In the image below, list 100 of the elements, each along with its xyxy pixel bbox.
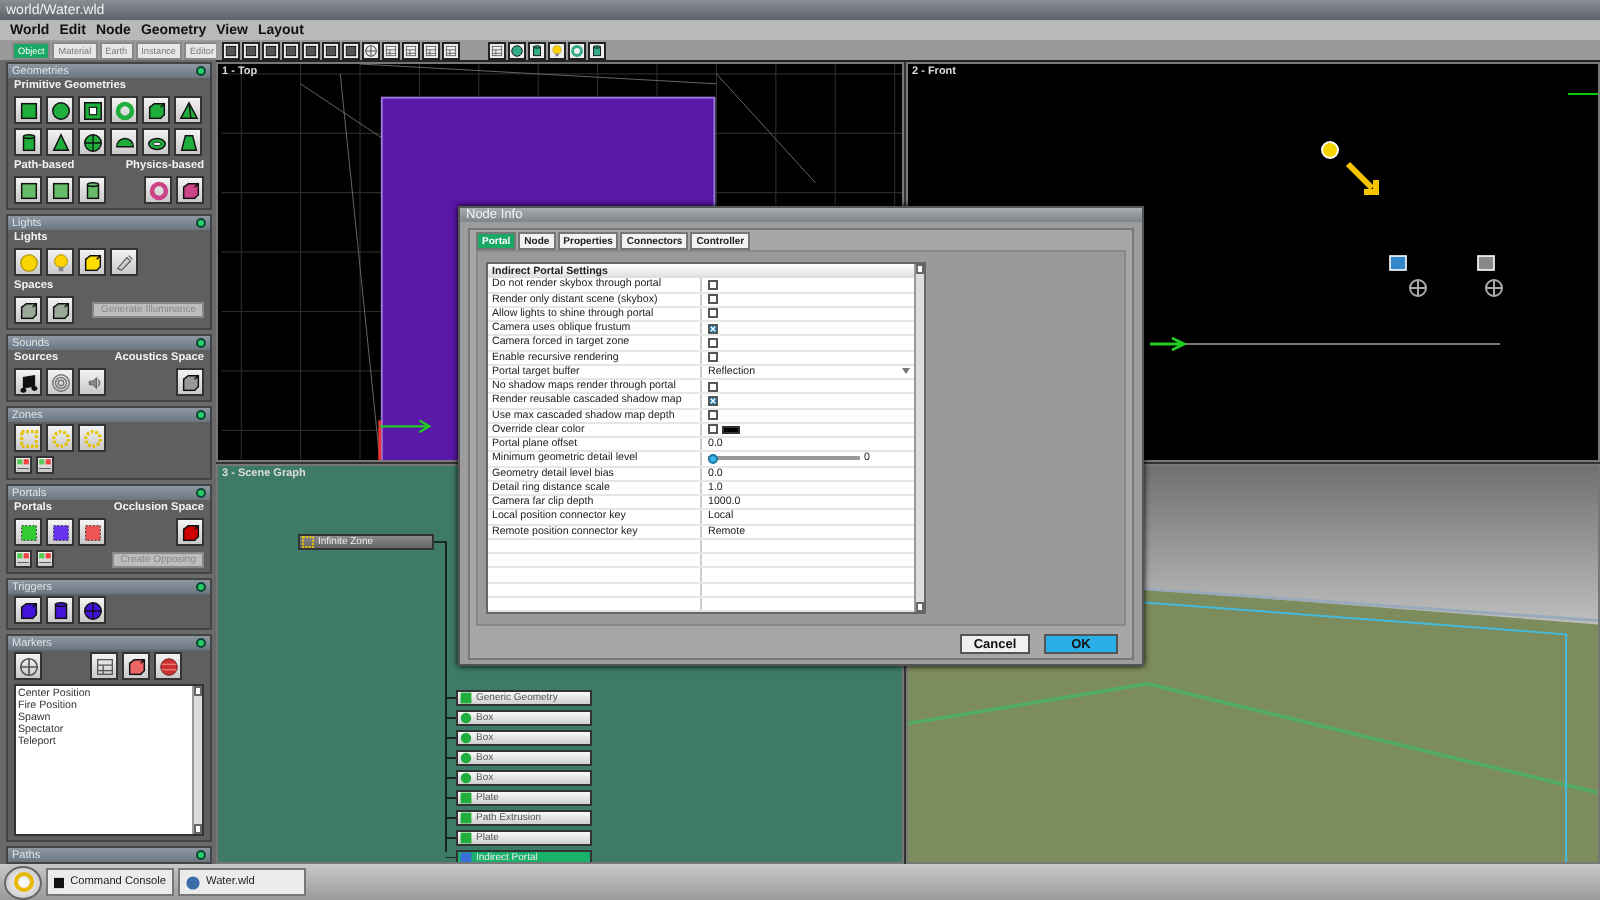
- collapse-icon[interactable]: [196, 218, 206, 228]
- tool-button[interactable]: [78, 518, 106, 546]
- tool-button[interactable]: [14, 652, 42, 680]
- tool-button[interactable]: [176, 368, 204, 396]
- tool-button[interactable]: [110, 248, 138, 276]
- tool-button[interactable]: [78, 128, 106, 156]
- circle-icon: [49, 99, 71, 121]
- cylinder-icon: [81, 179, 103, 201]
- cube-icon: [145, 99, 167, 121]
- toolbar-button[interactable]: [488, 41, 506, 59]
- tool-button[interactable]: [46, 518, 74, 546]
- tool-button[interactable]: [46, 368, 74, 396]
- tool-button[interactable]: [90, 652, 118, 680]
- collapse-icon[interactable]: [196, 410, 206, 420]
- tool-button[interactable]: [14, 128, 42, 156]
- checkbox[interactable]: [708, 352, 718, 363]
- toolbar-button[interactable]: [402, 41, 420, 59]
- tool-button[interactable]: [14, 518, 42, 546]
- tool-button[interactable]: [14, 596, 42, 624]
- tool-button[interactable]: [142, 96, 170, 124]
- tool-button[interactable]: [110, 96, 138, 124]
- tool-button[interactable]: [14, 248, 42, 276]
- direction-arrow-icon: [1344, 160, 1380, 196]
- tool-button[interactable]: [142, 128, 170, 156]
- zone-icon: [302, 536, 314, 548]
- crosshair-icon: [364, 39, 378, 61]
- checkbox[interactable]: [708, 395, 718, 406]
- toolbar-button[interactable]: [422, 41, 440, 59]
- tool-button[interactable]: [46, 176, 74, 204]
- tool-button[interactable]: [14, 96, 42, 124]
- tool-button[interactable]: [174, 96, 202, 124]
- dots-icon: [81, 521, 103, 543]
- collapse-icon[interactable]: [196, 850, 206, 860]
- tool-button[interactable]: [46, 596, 74, 624]
- toolbar-button[interactable]: [568, 41, 586, 59]
- cone-icon: [49, 131, 71, 153]
- tool-button[interactable]: [14, 296, 42, 324]
- note-icon: [17, 371, 39, 393]
- frustum-icon: [177, 131, 199, 153]
- tool-button[interactable]: [176, 176, 204, 204]
- collapse-icon[interactable]: [196, 582, 206, 592]
- tool-button[interactable]: [14, 424, 42, 452]
- cylinder-icon: [49, 599, 71, 621]
- tool-button[interactable]: [110, 128, 138, 156]
- tool-button[interactable]: [154, 652, 182, 680]
- toolbar-button[interactable]: [588, 41, 606, 59]
- square-icon: [460, 792, 472, 804]
- checkbox[interactable]: [708, 308, 718, 319]
- tool-button[interactable]: [14, 176, 42, 204]
- checkbox[interactable]: [708, 424, 718, 435]
- tool-button[interactable]: [78, 596, 106, 624]
- tool-button[interactable]: [46, 424, 74, 452]
- toolbar-button[interactable]: [528, 41, 546, 59]
- tool-button[interactable]: [46, 96, 74, 124]
- tool-button[interactable]: [78, 96, 106, 124]
- tool-button[interactable]: [78, 248, 106, 276]
- checkbox[interactable]: [708, 337, 718, 348]
- square-icon: [460, 812, 472, 824]
- color-swatch[interactable]: [722, 425, 740, 434]
- tool-button[interactable]: [46, 128, 74, 156]
- tool-button[interactable]: [14, 368, 42, 396]
- dots-icon: [17, 521, 39, 543]
- collapse-icon[interactable]: [196, 66, 206, 76]
- collapse-icon[interactable]: [196, 638, 206, 648]
- tool-button[interactable]: [46, 296, 74, 324]
- toolbar-button[interactable]: [548, 41, 566, 59]
- globe-icon: [81, 131, 103, 153]
- checkbox[interactable]: [708, 279, 718, 290]
- checkbox[interactable]: [708, 294, 718, 305]
- square-icon: [17, 99, 39, 121]
- toolbar-button[interactable]: [382, 41, 400, 59]
- cube-icon: [49, 299, 71, 321]
- tool-button[interactable]: [122, 652, 150, 680]
- tool-button[interactable]: [78, 368, 106, 396]
- cube-icon: [17, 599, 39, 621]
- dots-icon: [49, 521, 71, 543]
- caret-icon: [902, 368, 910, 375]
- checkbox[interactable]: [708, 410, 718, 421]
- bulb-icon: [550, 39, 564, 61]
- toolbar-button[interactable]: [508, 41, 526, 59]
- checkbox[interactable]: [708, 323, 718, 334]
- slider[interactable]: [708, 456, 860, 461]
- checkbox[interactable]: [708, 381, 718, 392]
- slider-thumb[interactable]: [708, 453, 718, 464]
- square-icon: [17, 179, 39, 201]
- start-button[interactable]: [4, 865, 42, 899]
- tool-button[interactable]: [176, 518, 204, 546]
- tool-button[interactable]: [46, 248, 74, 276]
- cylinder-icon: [590, 39, 604, 61]
- logo-icon: [13, 872, 33, 892]
- collapse-icon[interactable]: [196, 338, 206, 348]
- tool-button[interactable]: [78, 176, 106, 204]
- light-icon: [1320, 140, 1340, 160]
- toolbar-button[interactable]: [362, 41, 380, 59]
- collapse-icon[interactable]: [196, 488, 206, 498]
- tool-button[interactable]: [78, 424, 106, 452]
- cylinder-icon: [530, 39, 544, 61]
- tool-button[interactable]: [144, 176, 172, 204]
- tool-button[interactable]: [174, 128, 202, 156]
- toolbar-button[interactable]: [442, 41, 460, 59]
